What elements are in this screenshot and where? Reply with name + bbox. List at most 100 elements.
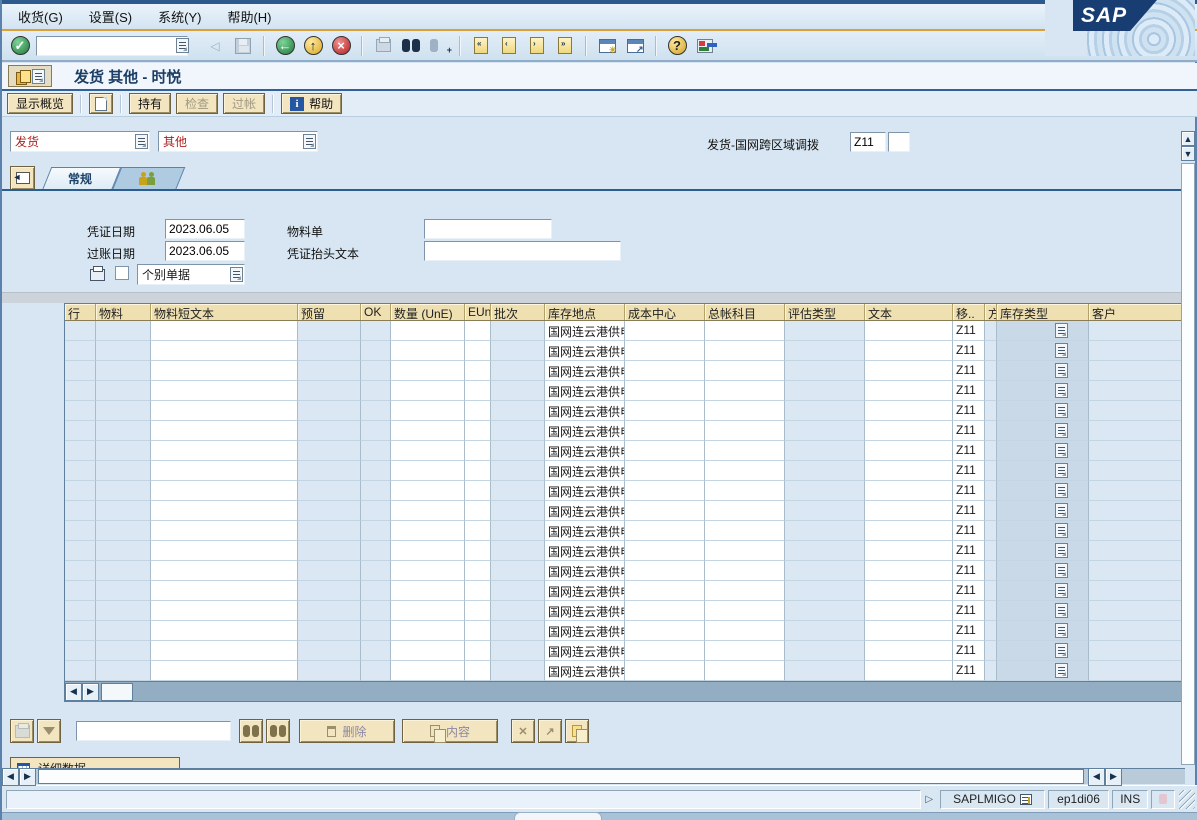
cell-line[interactable] [65,541,96,561]
stock-type-combo-icon[interactable] [1055,483,1068,498]
cell-material_text[interactable] [151,641,298,661]
stock-type-combo-icon[interactable] [1055,663,1068,678]
cell-ok[interactable] [361,621,391,641]
cell-line[interactable] [65,661,96,681]
cell-eun[interactable] [465,401,491,421]
cell-reservation[interactable] [298,341,361,361]
cell-ok[interactable] [361,521,391,541]
cell-batch[interactable] [491,361,545,381]
cell-gl_account[interactable] [705,621,785,641]
cell-movement_type[interactable]: Z11 [953,361,985,381]
cell-ok[interactable] [361,541,391,561]
cell-material_text[interactable] [151,561,298,581]
print-button[interactable] [371,34,395,58]
cell-movement_type[interactable]: Z11 [953,381,985,401]
cell-side[interactable] [985,661,997,681]
cell-gl_account[interactable] [705,341,785,361]
menu-help[interactable]: 帮助(H) [227,7,271,26]
cell-stock_type[interactable] [997,321,1089,341]
cell-material[interactable] [96,661,151,681]
cell-reservation[interactable] [298,581,361,601]
cell-cost_center[interactable] [625,661,705,681]
stock-type-combo-icon[interactable] [1055,543,1068,558]
cell-valuation_type[interactable] [785,661,865,681]
column-header-stock_type[interactable]: 库存类型 [997,304,1089,320]
cell-storage_location[interactable]: 国网连云港供电 [545,521,625,541]
cell-storage_location[interactable]: 国网连云港供电 [545,321,625,341]
cell-quantity[interactable] [391,481,465,501]
cell-gl_account[interactable] [705,561,785,581]
cell-text[interactable] [865,381,953,401]
cell-material[interactable] [96,641,151,661]
create-session-button[interactable]: ✳ [595,34,619,58]
cell-storage_location[interactable]: 国网连云港供电 [545,381,625,401]
cell-cost_center[interactable] [625,321,705,341]
cell-quantity[interactable] [391,361,465,381]
cell-stock_type[interactable] [997,421,1089,441]
cell-storage_location[interactable]: 国网连云港供电 [545,601,625,621]
cell-text[interactable] [865,461,953,481]
column-header-material[interactable]: 物料 [96,304,151,320]
cell-valuation_type[interactable] [785,441,865,461]
cell-stock_type[interactable] [997,341,1089,361]
menu-goods-receipt[interactable]: 收货(G) [18,7,63,26]
cell-ok[interactable] [361,661,391,681]
cell-movement_type[interactable]: Z11 [953,441,985,461]
cell-customer[interactable] [1089,581,1186,601]
cell-quantity[interactable] [391,561,465,581]
cell-material_text[interactable] [151,521,298,541]
stock-type-combo-icon[interactable] [1055,423,1068,438]
cell-customer[interactable] [1089,661,1186,681]
cell-line[interactable] [65,341,96,361]
cell-text[interactable] [865,661,953,681]
cell-valuation_type[interactable] [785,641,865,661]
cell-reservation[interactable] [298,481,361,501]
cell-storage_location[interactable]: 国网连云港供电 [545,541,625,561]
cell-valuation_type[interactable] [785,561,865,581]
cell-reservation[interactable] [298,521,361,541]
cell-ok[interactable] [361,381,391,401]
cell-valuation_type[interactable] [785,381,865,401]
status-list-icon[interactable] [1020,794,1032,805]
cell-ok[interactable] [361,461,391,481]
cell-line[interactable] [65,461,96,481]
cell-valuation_type[interactable] [785,521,865,541]
grid-scroll-left-button[interactable]: ◀ [65,683,82,701]
cell-batch[interactable] [491,401,545,421]
tab-partner[interactable] [112,167,176,190]
cell-storage_location[interactable]: 国网连云港供电 [545,581,625,601]
column-header-eun[interactable]: EUn [465,304,491,320]
column-header-material_text[interactable]: 物料短文本 [151,304,298,320]
cell-text[interactable] [865,401,953,421]
cell-eun[interactable] [465,661,491,681]
cell-stock_type[interactable] [997,461,1089,481]
cell-reservation[interactable] [298,401,361,421]
cell-eun[interactable] [465,321,491,341]
cell-ok[interactable] [361,341,391,361]
enter-small-button[interactable]: ◁ [203,34,227,58]
cell-cost_center[interactable] [625,641,705,661]
cell-line[interactable] [65,481,96,501]
cell-material[interactable] [96,541,151,561]
cell-batch[interactable] [491,641,545,661]
doc-date-field[interactable] [165,219,245,239]
customize-layout-button[interactable] [693,34,717,58]
cell-eun[interactable] [465,601,491,621]
cell-gl_account[interactable] [705,501,785,521]
cell-eun[interactable] [465,441,491,461]
cell-quantity[interactable] [391,321,465,341]
cell-material[interactable] [96,461,151,481]
cell-material[interactable] [96,441,151,461]
cell-side[interactable] [985,601,997,621]
cell-text[interactable] [865,641,953,661]
cell-valuation_type[interactable] [785,361,865,381]
cell-material[interactable] [96,581,151,601]
cell-text[interactable] [865,441,953,461]
cell-ok[interactable] [361,321,391,341]
cell-cost_center[interactable] [625,441,705,461]
cell-valuation_type[interactable] [785,461,865,481]
cell-storage_location[interactable]: 国网连云港供电 [545,461,625,481]
cell-side[interactable] [985,581,997,601]
cell-material[interactable] [96,401,151,421]
cell-gl_account[interactable] [705,641,785,661]
